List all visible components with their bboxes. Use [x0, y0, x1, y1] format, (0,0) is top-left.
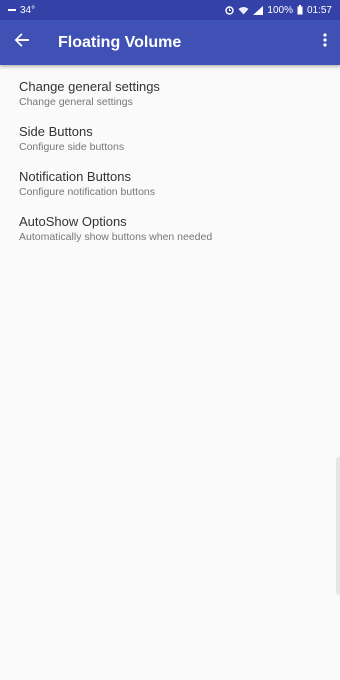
- overflow-menu-button[interactable]: [310, 20, 340, 65]
- setting-summary: Configure notification buttons: [19, 186, 156, 198]
- status-left: 34°: [8, 5, 35, 16]
- clock-time: 01:57: [306, 4, 332, 16]
- edge-panel-handle[interactable]: [336, 457, 340, 595]
- battery-percent: 100%: [267, 4, 293, 16]
- app-title: Floating Volume: [58, 33, 182, 51]
- signal-icon: [253, 5, 264, 15]
- setting-summary: Automatically show buttons when needed: [19, 231, 213, 243]
- setting-summary: Change general settings: [19, 96, 133, 108]
- app-bar: Floating Volume: [0, 20, 340, 65]
- back-button[interactable]: [0, 20, 44, 65]
- overflow-menu-icon: [323, 33, 327, 52]
- alarm-icon: [225, 5, 235, 15]
- setting-title: Notification Buttons: [19, 169, 132, 184]
- notification-icon: [8, 7, 16, 13]
- setting-title: AutoShow Options: [19, 214, 127, 229]
- setting-title: Side Buttons: [19, 124, 93, 139]
- settings-list: Change general settings Change general s…: [0, 65, 340, 251]
- setting-title: Change general settings: [19, 79, 160, 94]
- battery-icon: [297, 5, 303, 15]
- status-bar: 34° 100% 01:57: [0, 0, 340, 20]
- setting-notification-buttons[interactable]: Notification Buttons Configure notificat…: [0, 161, 340, 206]
- setting-side-buttons[interactable]: Side Buttons Configure side buttons: [0, 116, 340, 161]
- setting-autoshow-options[interactable]: AutoShow Options Automatically show butt…: [0, 206, 340, 251]
- back-arrow-icon: [14, 32, 30, 53]
- status-right: 100% 01:57: [225, 5, 332, 16]
- setting-summary: Configure side buttons: [19, 141, 125, 153]
- temperature-text: 34°: [20, 4, 36, 16]
- setting-general[interactable]: Change general settings Change general s…: [0, 71, 340, 116]
- wifi-icon: [238, 6, 249, 15]
